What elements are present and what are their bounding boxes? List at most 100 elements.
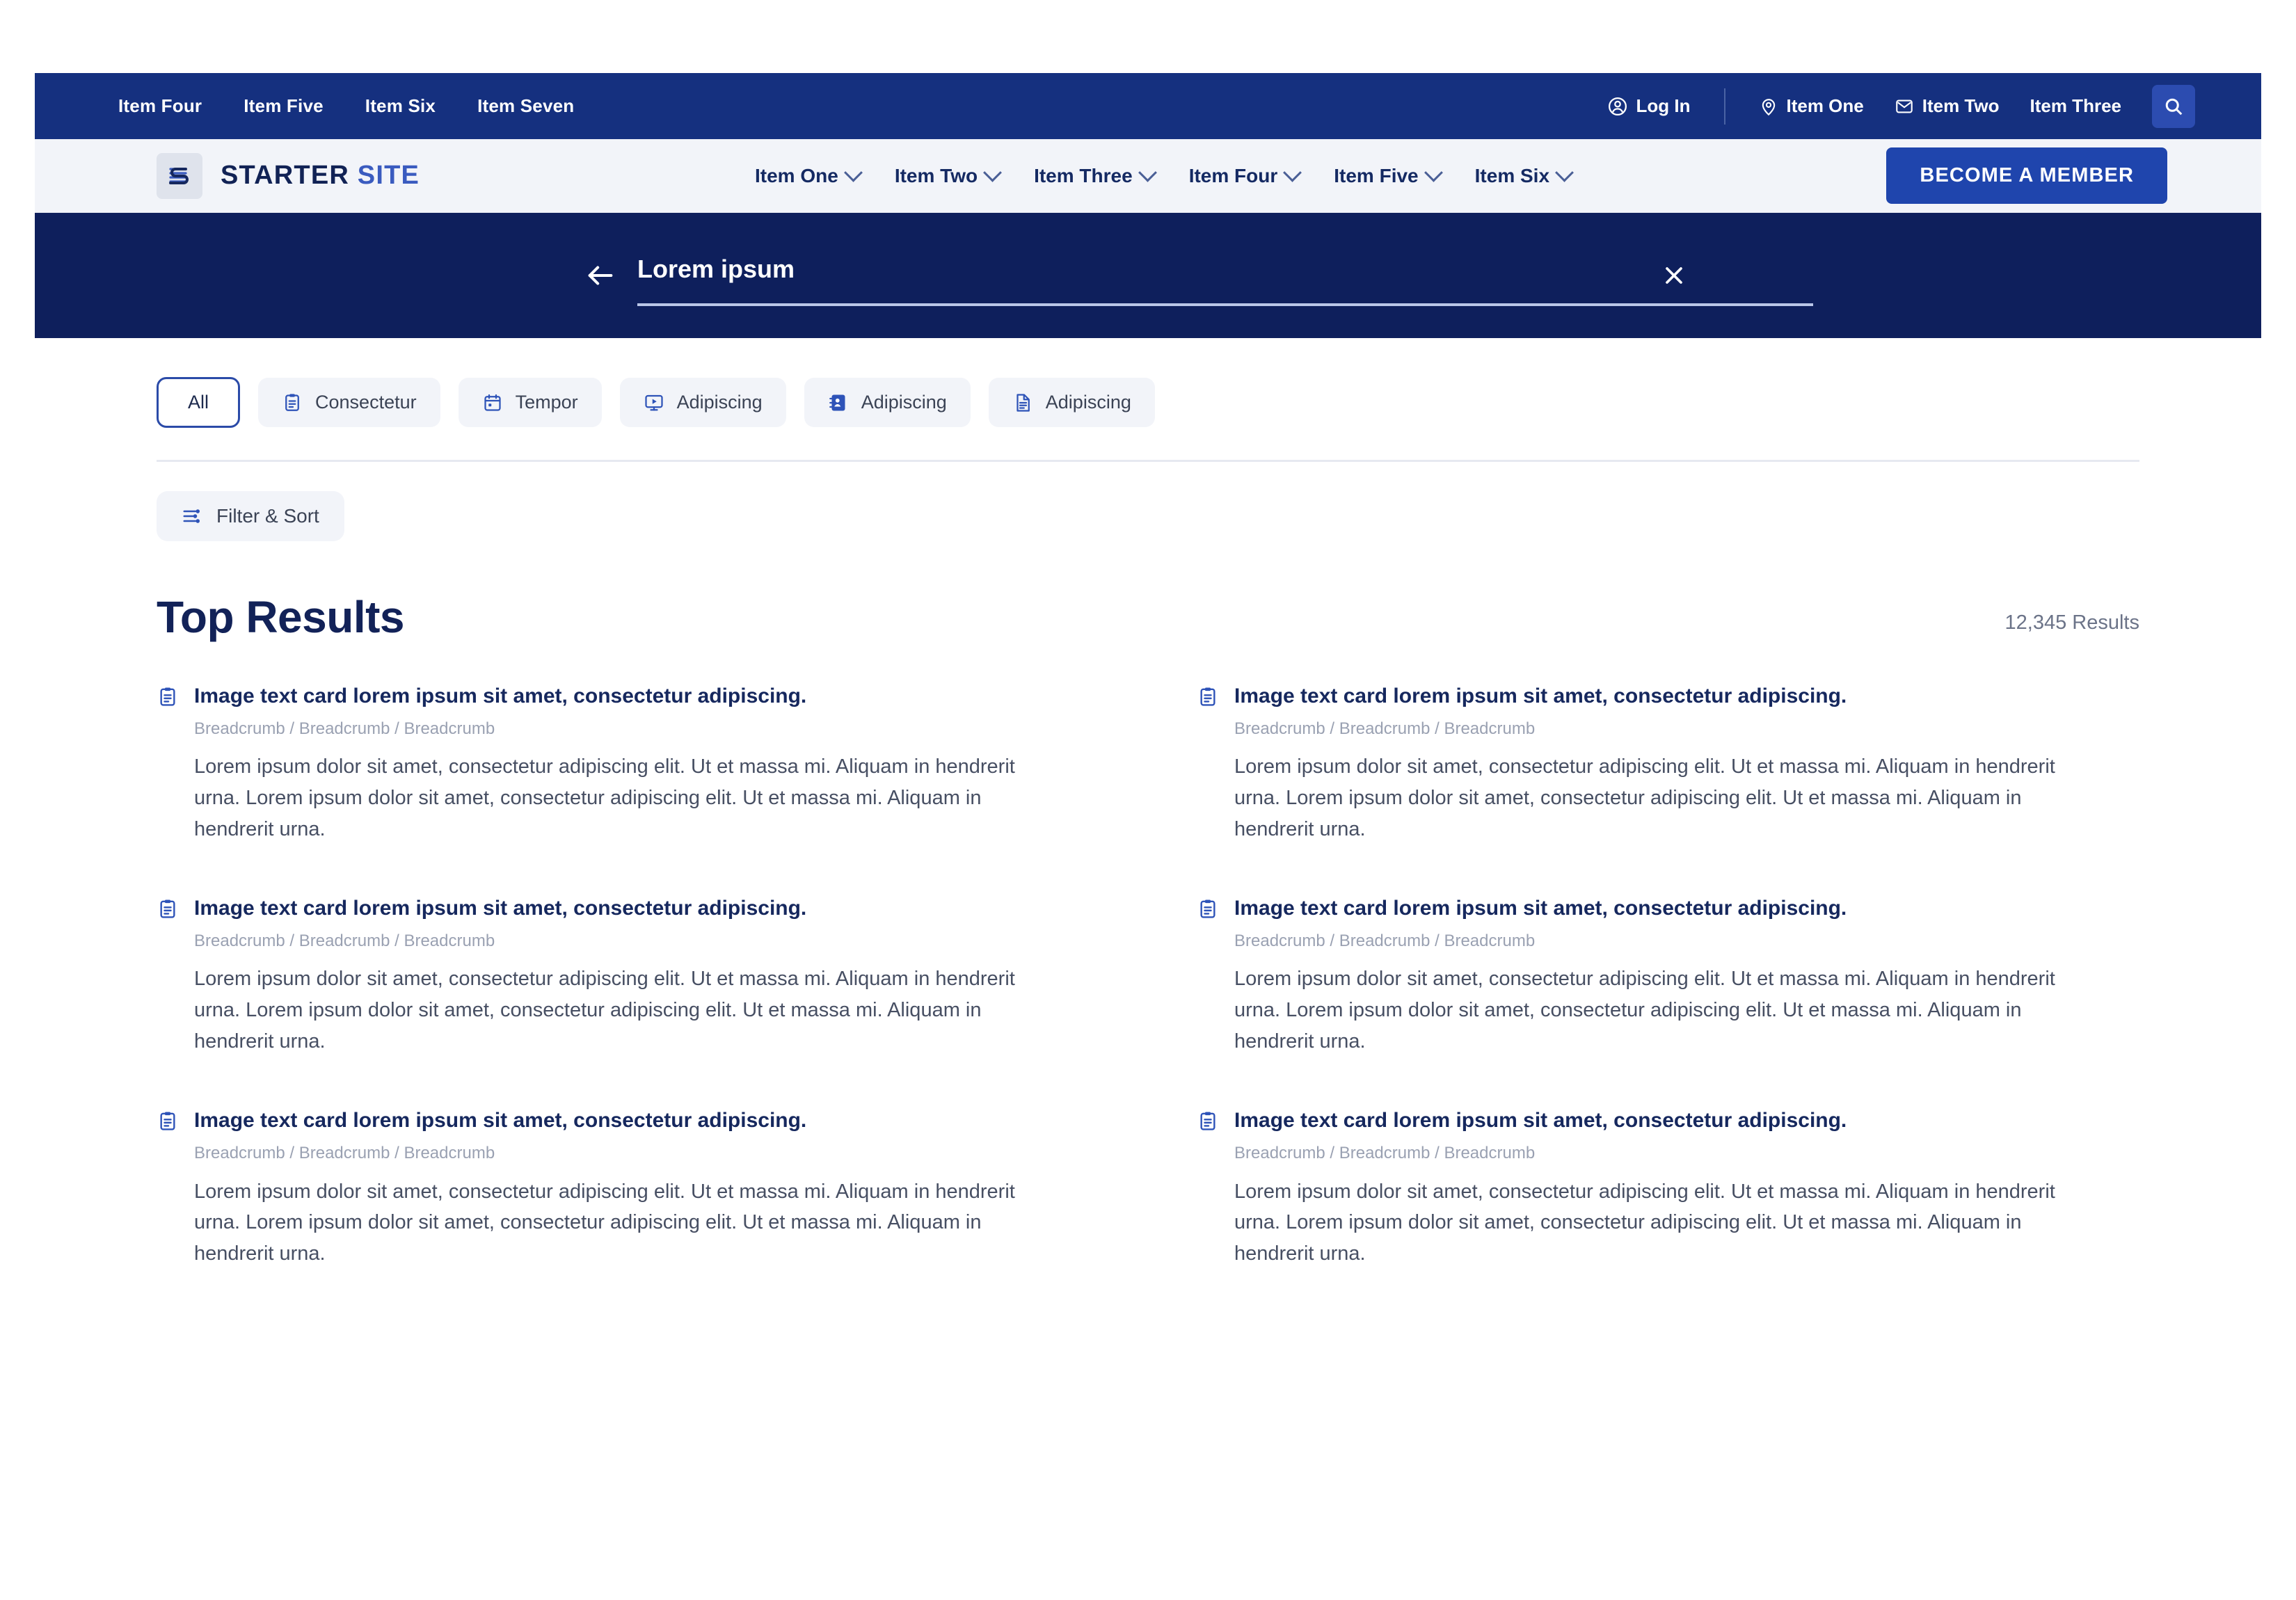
results-count: 12,345 Results [2004,611,2139,634]
breadcrumb: Breadcrumb / Breadcrumb / Breadcrumb [1234,931,1536,950]
contact-card-icon [828,392,849,413]
nav-item-five-label: Item Five [1334,164,1419,186]
filter-chip-adipiscing-document[interactable]: Adipiscing [988,378,1155,427]
utility-bar: Item Four Item Five Item Six Item Seven … [35,73,2261,139]
clipboard-icon [157,683,179,708]
results-grid: Image text card lorem ipsum sit amet, co… [35,643,2261,1320]
utility-link-item-two-label: Item Two [1922,95,2000,116]
results-header: Top Results 12,345 Results [35,541,2261,643]
utility-link-item-six[interactable]: Item Six [365,95,436,117]
result-card-title[interactable]: Image text card lorem ipsum sit amet, co… [194,895,806,922]
brand-word-one: STARTER [221,161,350,190]
utility-divider [1723,88,1725,125]
clipboard-icon [157,895,179,920]
breadcrumb: Breadcrumb / Breadcrumb / Breadcrumb [1234,719,1536,738]
nav-item-four[interactable]: Item Four [1188,163,1302,187]
result-card-title-row: Image text card lorem ipsum sit amet, co… [157,895,1099,922]
filter-chip-adipiscing-contact[interactable]: Adipiscing [804,378,971,427]
nav-item-two[interactable]: Item Two [895,163,1003,187]
s-logo-icon [157,152,202,199]
nav-item-six[interactable]: Item Six [1474,163,1574,187]
chevron-down-icon [983,163,1003,182]
main-navigation: Item One Item Two Item Three Item Four I… [755,163,1574,187]
clipboard-icon [1197,1107,1219,1133]
utility-link-item-four[interactable]: Item Four [118,95,202,117]
result-card-title[interactable]: Image text card lorem ipsum sit amet, co… [194,683,806,710]
brand-word-two: SITE [357,161,420,190]
login-label: Log In [1636,95,1691,116]
brand-wordmark: STARTER SITE [221,161,420,191]
brand-logo[interactable]: STARTER SITE [157,152,420,199]
result-card[interactable]: Image text card lorem ipsum sit amet, co… [157,895,1099,1057]
utility-link-item-one[interactable]: Item One [1744,95,1879,117]
filter-chip-all[interactable]: All [157,377,241,428]
category-filter-tabs: All Consectetur Tempor Adipiscing Adipis… [35,338,2261,428]
search-toggle-button[interactable] [2152,84,2195,128]
chevron-down-icon [1138,163,1157,182]
clipboard-icon [1197,895,1219,920]
result-card-title[interactable]: Image text card lorem ipsum sit amet, co… [194,1107,806,1134]
nav-item-one[interactable]: Item One [755,163,863,187]
breadcrumb: Breadcrumb / Breadcrumb / Breadcrumb [194,719,495,738]
chevron-down-icon [1555,163,1574,182]
result-card-title[interactable]: Image text card lorem ipsum sit amet, co… [1234,683,1847,710]
result-card[interactable]: Image text card lorem ipsum sit amet, co… [157,1107,1099,1270]
filter-and-sort-label: Filter & Sort [216,505,319,527]
chevron-down-icon [1283,163,1302,182]
result-card-body: Lorem ipsum dolor sit amet, consectetur … [194,1180,1015,1265]
nav-item-three-label: Item Three [1034,164,1133,186]
utility-link-item-three[interactable]: Item Three [2015,95,2137,117]
result-card-title-row: Image text card lorem ipsum sit amet, co… [157,683,1099,710]
result-card-body: Lorem ipsum dolor sit amet, consectetur … [1234,968,2055,1053]
chevron-down-icon [843,163,863,182]
video-icon [644,392,664,413]
result-card-body: Lorem ipsum dolor sit amet, consectetur … [194,755,1015,841]
utility-bar-right-links: Log In Item One Item Two Item Three [1592,73,2195,139]
main-header: STARTER SITE Item One Item Two Item Thre… [35,139,2261,213]
clipboard-icon [1197,683,1219,708]
result-card-body: Lorem ipsum dolor sit amet, consectetur … [194,968,1015,1053]
search-input[interactable] [637,255,1813,296]
filter-chip-all-label: All [188,392,209,413]
result-card-title-row: Image text card lorem ipsum sit amet, co… [1197,895,2139,922]
result-card-body: Lorem ipsum dolor sit amet, consectetur … [1234,1180,2055,1265]
nav-item-one-label: Item One [755,164,838,186]
filter-chip-adipiscing-document-label: Adipiscing [1045,392,1131,413]
result-card-title[interactable]: Image text card lorem ipsum sit amet, co… [1234,1107,1847,1134]
result-card-title-row: Image text card lorem ipsum sit amet, co… [157,1107,1099,1134]
result-card-title[interactable]: Image text card lorem ipsum sit amet, co… [1234,895,1847,922]
utility-bar-left-links: Item Four Item Five Item Six Item Seven [118,95,574,117]
chevron-down-icon [1424,163,1443,182]
utility-link-item-two[interactable]: Item Two [1879,95,2015,117]
calendar-icon [482,392,503,413]
page-title: Top Results [157,592,405,642]
result-card-title-row: Image text card lorem ipsum sit amet, co… [1197,683,2139,710]
result-card[interactable]: Image text card lorem ipsum sit amet, co… [1197,1107,2139,1270]
document-icon [1012,392,1033,413]
result-card[interactable]: Image text card lorem ipsum sit amet, co… [157,683,1099,845]
filter-chip-adipiscing-video[interactable]: Adipiscing [619,378,786,427]
arrow-left-icon[interactable] [584,259,616,291]
search-underline [637,303,1813,306]
result-card[interactable]: Image text card lorem ipsum sit amet, co… [1197,895,2139,1057]
nav-item-six-label: Item Six [1474,164,1550,186]
clipboard-icon [157,1107,179,1133]
filter-chip-consectetur-label: Consectetur [315,392,417,413]
nav-item-five[interactable]: Item Five [1334,163,1443,187]
close-icon[interactable] [1653,255,1695,296]
utility-link-item-five[interactable]: Item Five [244,95,324,117]
nav-item-four-label: Item Four [1188,164,1278,186]
filter-sort-row: Filter & Sort [35,462,2261,541]
utility-link-item-seven[interactable]: Item Seven [477,95,574,117]
filter-chip-consectetur[interactable]: Consectetur [258,378,440,427]
login-link[interactable]: Log In [1592,95,1706,117]
filter-chip-tempor[interactable]: Tempor [458,378,602,427]
result-card[interactable]: Image text card lorem ipsum sit amet, co… [1197,683,2139,845]
filter-and-sort-button[interactable]: Filter & Sort [157,491,344,541]
nav-item-three[interactable]: Item Three [1034,163,1157,187]
breadcrumb: Breadcrumb / Breadcrumb / Breadcrumb [194,931,495,950]
become-a-member-button[interactable]: BECOME A MEMBER [1886,147,2167,204]
main-content: All Consectetur Tempor Adipiscing Adipis… [35,338,2261,1320]
map-pin-icon [1759,97,1778,116]
clipboard-icon [282,392,303,413]
